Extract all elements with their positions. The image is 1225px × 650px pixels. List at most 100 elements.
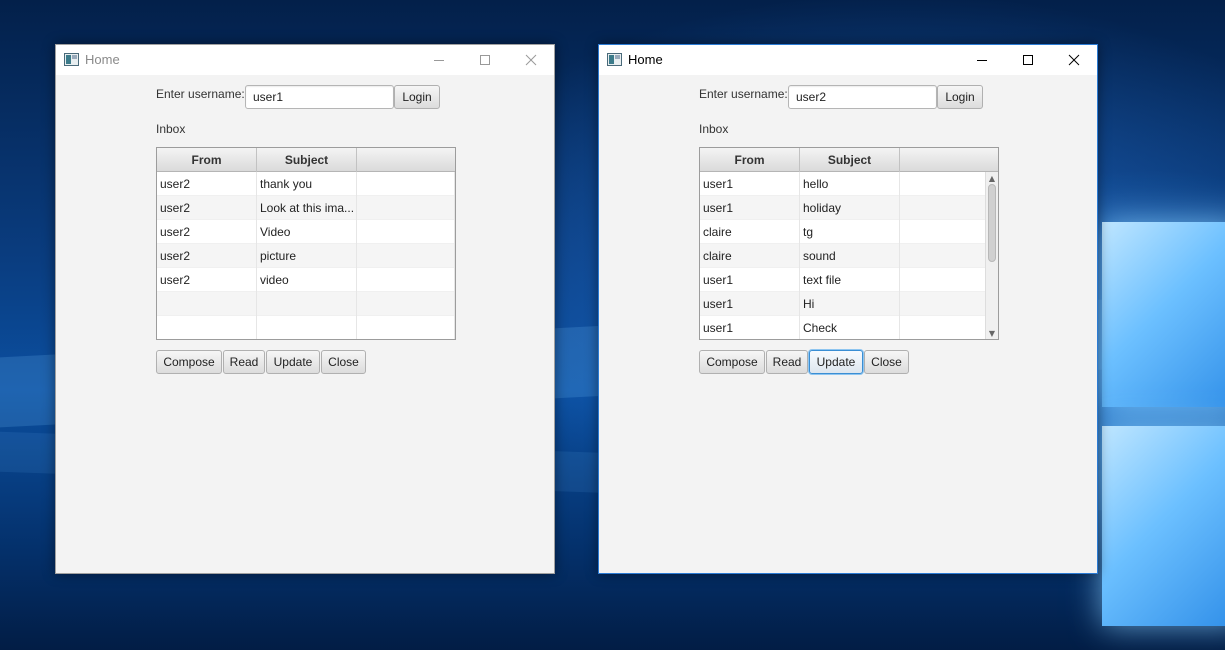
windows-logo-pane — [1102, 222, 1225, 407]
read-button[interactable]: Read — [223, 350, 265, 374]
title-bar[interactable]: Home — [599, 45, 1097, 75]
cell-from — [157, 292, 257, 316]
cell-subject: thank you — [257, 172, 357, 196]
cell-from: user2 — [157, 196, 257, 220]
inbox-label: Inbox — [699, 122, 729, 136]
username-input[interactable]: user1 — [245, 85, 394, 109]
cell-from: claire — [700, 244, 800, 268]
minimize-button[interactable] — [959, 45, 1005, 75]
table-header: From Subject — [157, 148, 455, 172]
home-window-user2: Home Enter username: user2 Login Inbox F… — [598, 44, 1098, 574]
vertical-scrollbar[interactable]: ▲ ▼ — [985, 172, 998, 339]
table-body: user2 thank you user2 Look at this ima... … — [157, 172, 455, 339]
cell-empty — [357, 244, 455, 268]
cell-from: user2 — [157, 172, 257, 196]
table-row[interactable]: claire sound — [700, 244, 998, 268]
scroll-down-icon[interactable]: ▼ — [986, 327, 998, 339]
cell-subject: holiday — [800, 196, 900, 220]
table-row[interactable]: user2 picture — [157, 244, 455, 268]
cell-from: user1 — [700, 268, 800, 292]
compose-button[interactable]: Compose — [156, 350, 222, 374]
username-label: Enter username: — [699, 87, 788, 101]
read-button[interactable]: Read — [766, 350, 808, 374]
cell-from: user2 — [157, 268, 257, 292]
table-row[interactable]: user2 Look at this ima... — [157, 196, 455, 220]
column-header-from[interactable]: From — [700, 148, 800, 172]
column-header-subject[interactable]: Subject — [257, 148, 357, 172]
table-header: From Subject — [700, 148, 998, 172]
cell-empty — [900, 244, 998, 268]
inbox-label: Inbox — [156, 122, 186, 136]
close-icon — [1068, 54, 1080, 66]
cell-empty — [357, 220, 455, 244]
window-title: Home — [85, 52, 120, 67]
close-window-button[interactable] — [508, 45, 554, 75]
close-icon — [525, 54, 537, 66]
inbox-table[interactable]: From Subject user2 thank you user2 Look at… — [156, 147, 456, 340]
minimize-button[interactable] — [416, 45, 462, 75]
table-row[interactable]: user1 hello — [700, 172, 998, 196]
cell-subject: Hi — [800, 292, 900, 316]
minimize-icon — [977, 59, 987, 61]
cell-empty — [900, 196, 998, 220]
cell-subject: picture — [257, 244, 357, 268]
table-row[interactable]: claire tg — [700, 220, 998, 244]
cell-empty — [357, 196, 455, 220]
cell-from: user1 — [700, 172, 800, 196]
table-row[interactable]: user1 Hi — [700, 292, 998, 316]
table-row[interactable]: user2 Video — [157, 220, 455, 244]
table-row[interactable]: user2 thank you — [157, 172, 455, 196]
cell-empty — [357, 292, 455, 316]
cell-subject: video — [257, 268, 357, 292]
cell-from: user1 — [700, 196, 800, 220]
username-label: Enter username: — [156, 87, 245, 101]
login-button[interactable]: Login — [394, 85, 440, 109]
table-row[interactable]: user1 Check — [700, 316, 998, 339]
cell-empty — [900, 268, 998, 292]
column-header-from[interactable]: From — [157, 148, 257, 172]
cell-empty — [900, 220, 998, 244]
table-row[interactable]: user2 video — [157, 268, 455, 292]
cell-from — [157, 316, 257, 339]
table-row[interactable]: user1 text file — [700, 268, 998, 292]
cell-empty — [357, 268, 455, 292]
cell-subject — [257, 292, 357, 316]
close-window-button[interactable] — [1051, 45, 1097, 75]
table-row-empty — [157, 292, 455, 316]
maximize-icon — [1023, 55, 1033, 65]
username-input[interactable]: user2 — [788, 85, 937, 109]
close-button[interactable]: Close — [321, 350, 366, 374]
login-button[interactable]: Login — [937, 85, 983, 109]
column-header-subject[interactable]: Subject — [800, 148, 900, 172]
cell-empty — [900, 292, 998, 316]
cell-subject: Look at this ima... — [257, 196, 357, 220]
cell-empty — [357, 316, 455, 339]
compose-button[interactable]: Compose — [699, 350, 765, 374]
table-row[interactable]: user1 holiday — [700, 196, 998, 220]
windows-logo-pane — [1102, 426, 1225, 626]
column-header-empty[interactable] — [357, 148, 455, 172]
cell-empty — [900, 316, 998, 339]
maximize-icon — [480, 55, 490, 65]
update-button[interactable]: Update — [809, 350, 863, 374]
cell-subject: tg — [800, 220, 900, 244]
table-body: user1 hello user1 holiday claire tg claire s… — [700, 172, 998, 339]
maximize-button[interactable] — [1005, 45, 1051, 75]
minimize-icon — [434, 59, 444, 61]
scroll-up-icon[interactable]: ▲ — [986, 172, 998, 184]
title-bar[interactable]: Home — [56, 45, 554, 75]
scrollbar-thumb[interactable] — [988, 184, 996, 262]
window-title: Home — [628, 52, 663, 67]
cell-subject — [257, 316, 357, 339]
maximize-button[interactable] — [462, 45, 508, 75]
cell-subject: text file — [800, 268, 900, 292]
cell-subject: Video — [257, 220, 357, 244]
column-header-empty[interactable] — [900, 148, 998, 172]
app-window-icon — [607, 53, 622, 66]
update-button[interactable]: Update — [266, 350, 320, 374]
inbox-table[interactable]: From Subject user1 hello user1 holiday cla… — [699, 147, 999, 340]
cell-subject: hello — [800, 172, 900, 196]
cell-from: claire — [700, 220, 800, 244]
table-row-empty — [157, 316, 455, 339]
close-button[interactable]: Close — [864, 350, 909, 374]
